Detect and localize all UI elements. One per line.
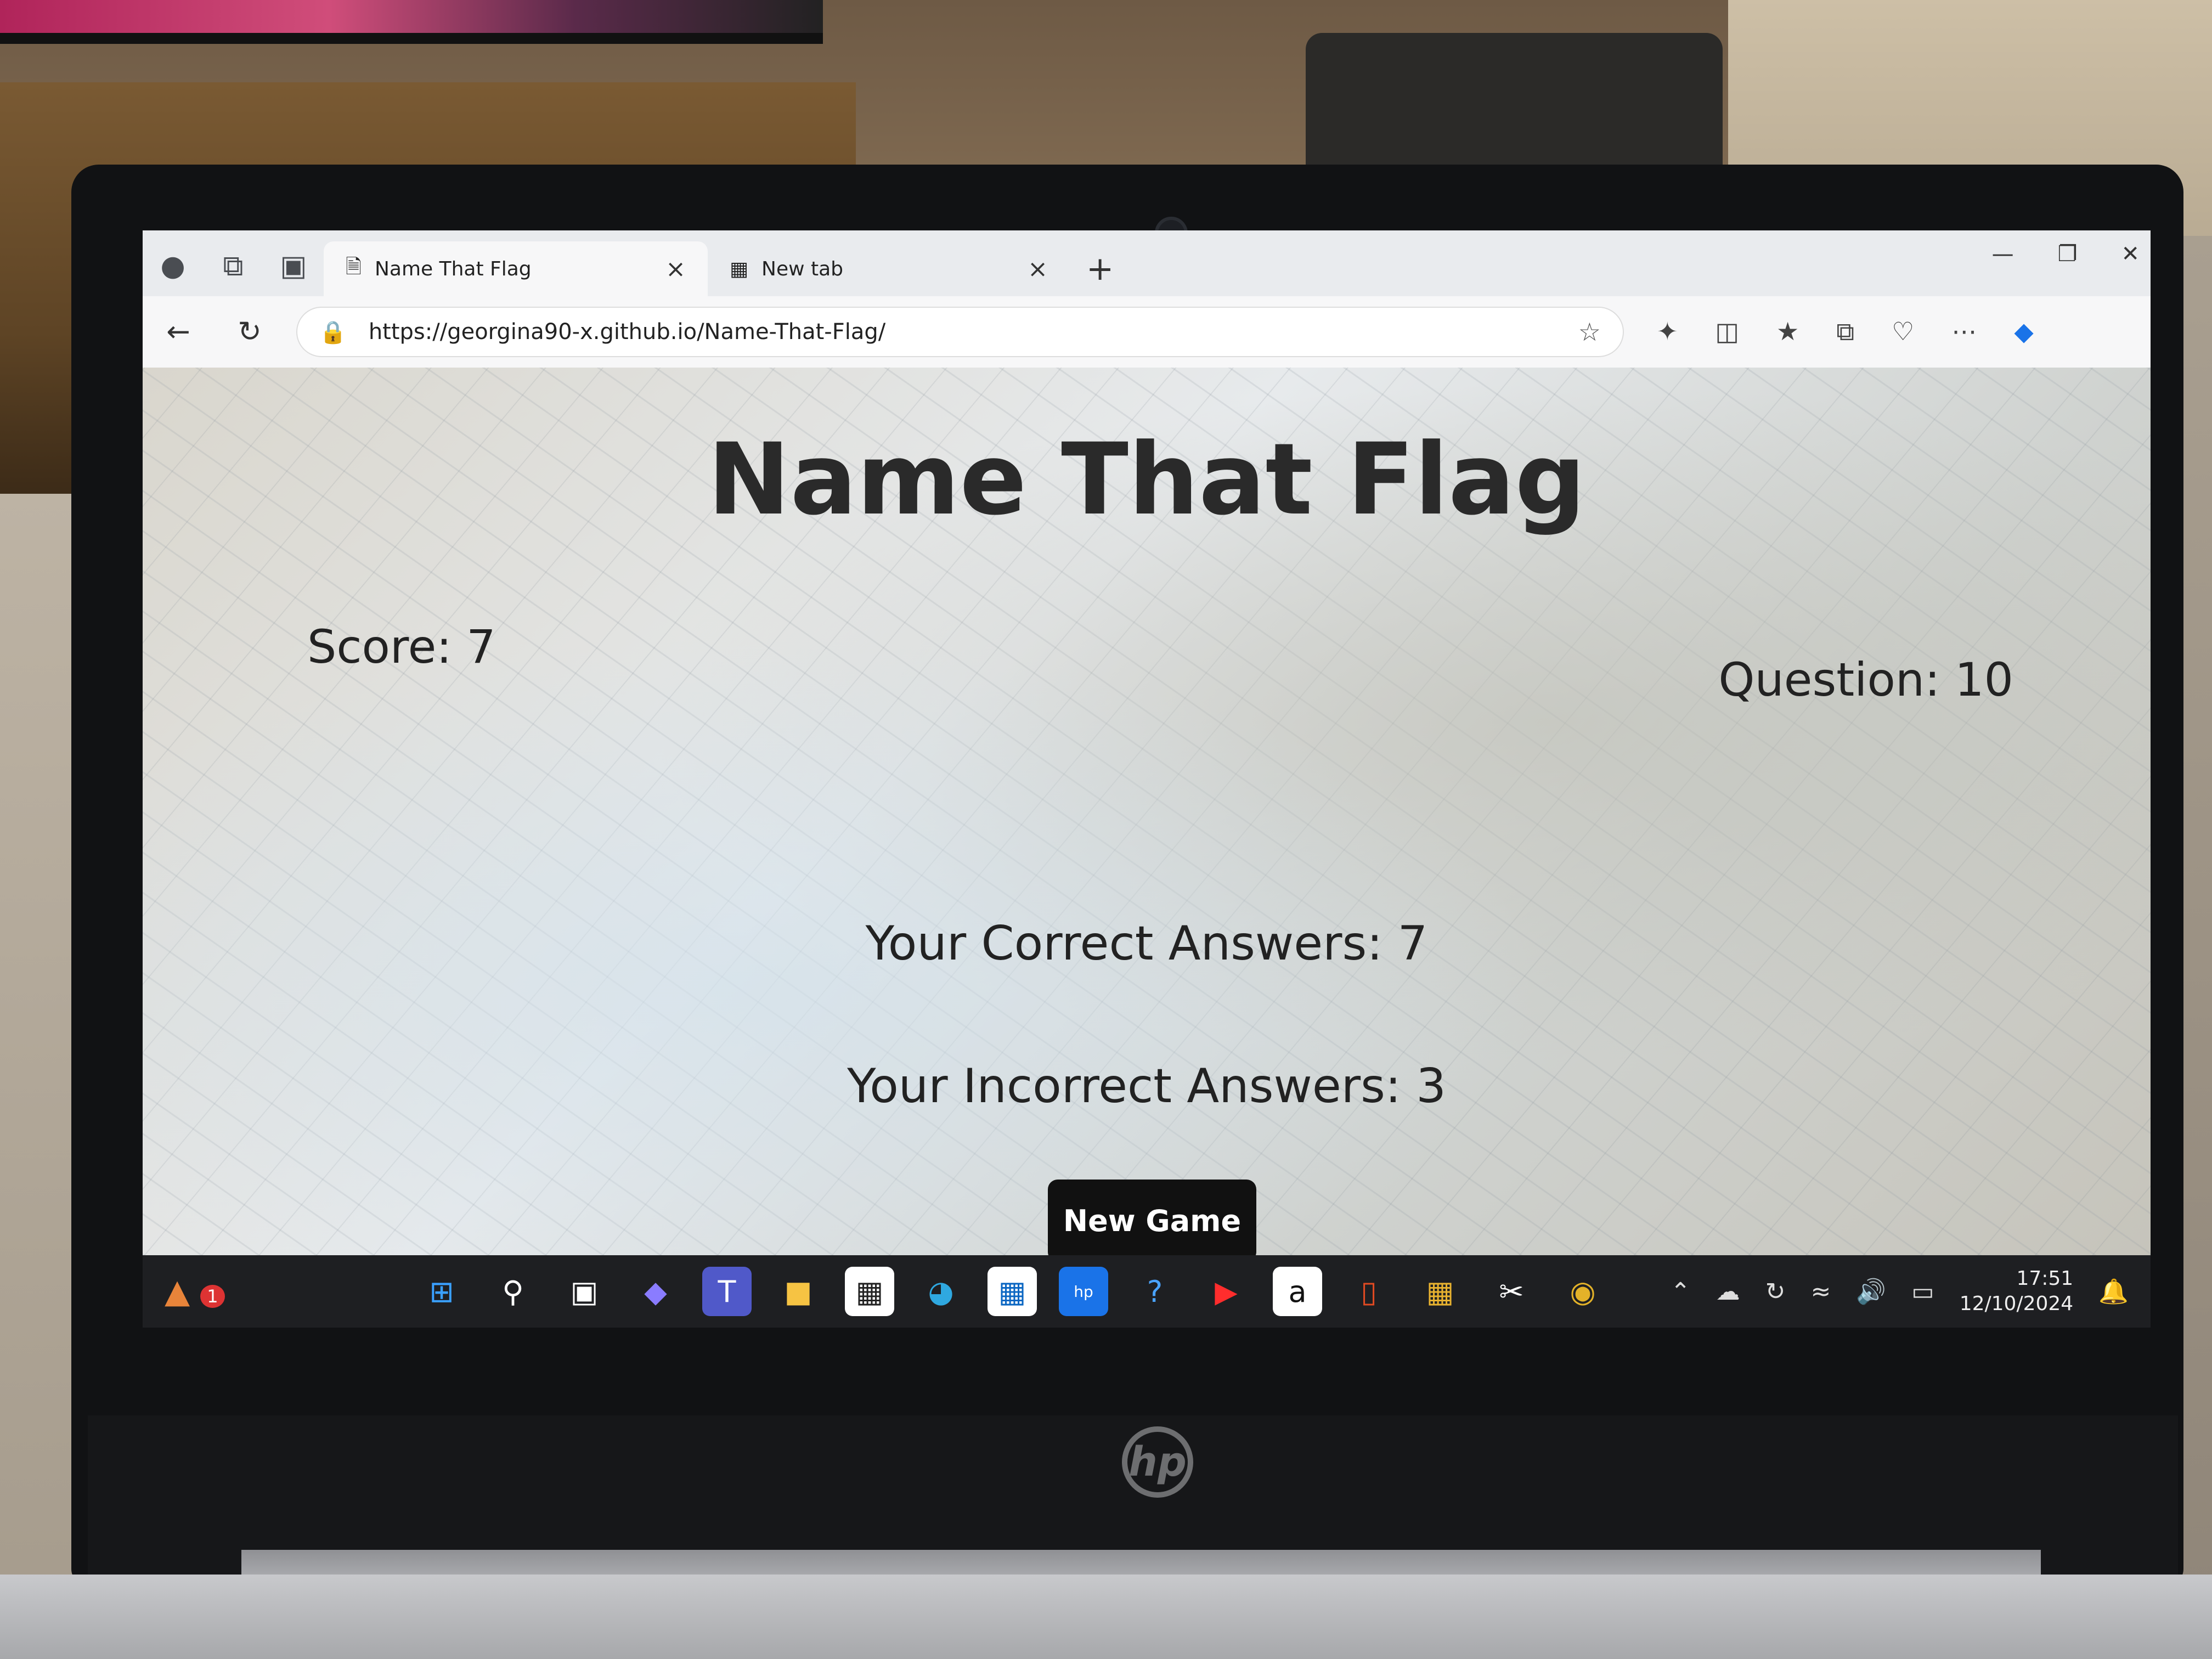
- tv: [0, 0, 823, 44]
- tab-label: Name That Flag: [374, 257, 532, 280]
- chevron-up-icon[interactable]: ⌃: [1671, 1278, 1691, 1306]
- page-title: Name That Flag: [707, 422, 1586, 537]
- amazon-icon[interactable]: a: [1273, 1267, 1322, 1316]
- lock-icon[interactable]: 🔒: [319, 319, 347, 345]
- minimize-button[interactable]: —: [1992, 241, 2014, 267]
- restore-button[interactable]: ❐: [2058, 241, 2078, 267]
- clock-time: 17:51: [2016, 1267, 2074, 1290]
- help-icon[interactable]: ?: [1130, 1267, 1180, 1316]
- office-icon[interactable]: ▯: [1344, 1267, 1393, 1316]
- back-arrow-icon[interactable]: ←: [143, 315, 214, 348]
- task-view-icon[interactable]: ▣: [560, 1267, 609, 1316]
- question-counter: Question: 10: [1718, 653, 2013, 707]
- weather-widget[interactable]: ▲ 1: [143, 1272, 417, 1311]
- score-display: Score: 7: [307, 620, 496, 674]
- wifi-icon[interactable]: ≈: [1810, 1278, 1831, 1306]
- favorites-icon[interactable]: ★: [1776, 317, 1799, 347]
- youtube-icon[interactable]: ▶: [1201, 1267, 1251, 1316]
- edge-icon[interactable]: ◕: [916, 1267, 966, 1316]
- tab-label: New tab: [761, 257, 844, 280]
- taskbar-apps: ⊞ ⚲ ▣ ◆ T ■ ▦ ◕ ▦ hp ? ▶ a ▯ ▦ ✂ ◉: [417, 1267, 1671, 1316]
- teams-icon[interactable]: T: [702, 1267, 752, 1316]
- system-tray: ⌃ ☁ ↻ ≈ 🔊 ▭ 17:51 12/10/2024 🔔: [1671, 1266, 2151, 1317]
- split-screen-icon[interactable]: ◫: [1716, 317, 1739, 347]
- toolbar: ✦ ◫ ★ ⧉ ♡ ⋯ ◆: [1657, 317, 2034, 347]
- onedrive-icon[interactable]: ☁: [1716, 1278, 1740, 1306]
- screen: ● ⧉ ▣ 🗎 Name That Flag × ▦ New tab × + —…: [143, 230, 2151, 1328]
- close-icon[interactable]: ×: [1028, 255, 1048, 283]
- url-field[interactable]: 🔒 https://georgina90-x.github.io/Name-Th…: [296, 307, 1624, 357]
- tab-actions-icon[interactable]: ▣: [263, 236, 324, 296]
- star-icon[interactable]: ☆: [1578, 317, 1601, 347]
- notification-badge: 1: [200, 1285, 225, 1308]
- correct-answers-text: Your Correct Answers: 7: [865, 916, 1428, 971]
- chrome-icon[interactable]: ◉: [1558, 1267, 1607, 1316]
- copilot-icon[interactable]: ◆: [631, 1267, 680, 1316]
- new-tab-page-icon: ▦: [730, 257, 749, 280]
- app-icon[interactable]: ▦: [1415, 1267, 1465, 1316]
- file-explorer-icon[interactable]: ■: [774, 1267, 823, 1316]
- window-controls: — ❐ ✕: [1992, 241, 2140, 267]
- windows-start-icon[interactable]: ⊞: [417, 1267, 466, 1316]
- url-text[interactable]: https://georgina90-x.github.io/Name-That…: [369, 319, 1578, 345]
- refresh-icon[interactable]: ↻: [214, 315, 285, 348]
- page-icon: 🗎: [346, 255, 362, 278]
- tab-name-that-flag[interactable]: 🗎 Name That Flag ×: [324, 241, 708, 296]
- tab-bar: ● ⧉ ▣ 🗎 Name That Flag × ▦ New tab × + —…: [143, 230, 2151, 296]
- snipping-tool-icon[interactable]: ✂: [1487, 1267, 1536, 1316]
- close-window-button[interactable]: ✕: [2121, 241, 2140, 267]
- store-icon[interactable]: ▦: [988, 1267, 1037, 1316]
- extensions-icon[interactable]: ✦: [1657, 317, 1678, 347]
- hp-logo: hp: [1122, 1426, 1193, 1498]
- stocks-icon: ▲: [165, 1272, 190, 1311]
- new-game-button[interactable]: New Game: [1048, 1180, 1256, 1262]
- clock[interactable]: 17:51 12/10/2024: [1960, 1266, 2074, 1317]
- bell-icon[interactable]: 🔔: [2098, 1277, 2129, 1306]
- laptop-base: [0, 1575, 2212, 1659]
- widgets-icon[interactable]: ▦: [845, 1267, 894, 1316]
- new-tab-button[interactable]: +: [1070, 241, 1130, 296]
- workspaces-icon[interactable]: ⧉: [203, 236, 263, 296]
- more-icon[interactable]: ⋯: [1951, 317, 1977, 347]
- game-page: Name That Flag Score: 7 Question: 10 You…: [143, 368, 2151, 1328]
- sync-icon[interactable]: ↻: [1765, 1278, 1786, 1306]
- volume-icon[interactable]: 🔊: [1856, 1277, 1886, 1306]
- close-icon[interactable]: ×: [665, 255, 686, 283]
- browser-essentials-icon[interactable]: ♡: [1892, 317, 1914, 347]
- collections-icon[interactable]: ⧉: [1836, 317, 1854, 347]
- tab-new-tab[interactable]: ▦ New tab ×: [708, 241, 1070, 296]
- profile-icon[interactable]: ●: [143, 236, 203, 296]
- taskbar: ▲ 1 ⊞ ⚲ ▣ ◆ T ■ ▦ ◕ ▦ hp ? ▶ a ▯ ▦ ✂ ◉ ⌃…: [143, 1255, 2151, 1328]
- battery-icon[interactable]: ▭: [1911, 1278, 1934, 1306]
- myhp-icon[interactable]: hp: [1059, 1267, 1108, 1316]
- incorrect-answers-text: Your Incorrect Answers: 3: [847, 1059, 1446, 1114]
- address-bar-row: ← ↻ 🔒 https://georgina90-x.github.io/Nam…: [143, 296, 2151, 368]
- copilot-icon[interactable]: ◆: [2014, 317, 2033, 347]
- clock-date: 12/10/2024: [1959, 1293, 2074, 1315]
- search-icon[interactable]: ⚲: [488, 1267, 538, 1316]
